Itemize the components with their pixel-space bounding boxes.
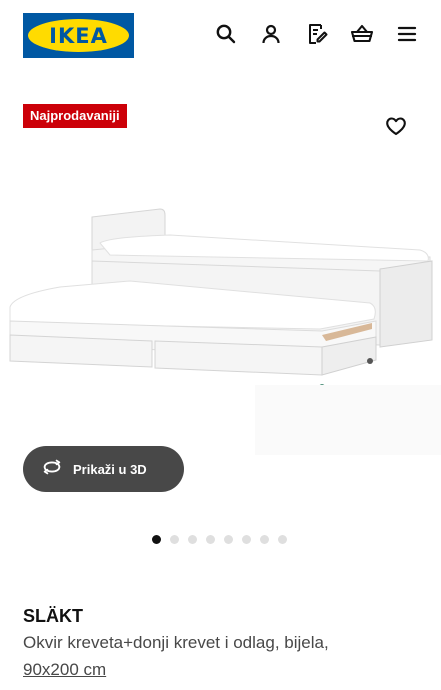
bestseller-badge: Najprodavaniji [23,104,127,128]
gallery-dot[interactable] [242,535,251,544]
product-name: SLÄKT [23,606,83,626]
search-icon[interactable] [213,21,239,47]
ikea-logo[interactable]: IKEA [23,13,134,58]
gallery-dot[interactable] [152,535,161,544]
basket-icon[interactable] [349,21,375,47]
product-description: Okvir kreveta+donji krevet i odlag, bije… [23,633,329,652]
logo-text: IKEA [49,23,108,48]
product-image[interactable] [0,195,441,460]
product-size-link[interactable]: 90x200 cm [23,660,106,680]
logo-oval: IKEA [28,19,129,52]
site-header: IKEA [0,0,441,70]
view-in-3d-button[interactable]: Prikaži u 3D [23,446,184,492]
account-icon[interactable] [258,21,284,47]
view-in-3d-label: Prikaži u 3D [73,461,147,477]
gallery-pagination [152,535,287,544]
gallery-dot[interactable] [278,535,287,544]
gallery-dot[interactable] [206,535,215,544]
caster-wheel [367,358,373,364]
gallery-dot[interactable] [170,535,179,544]
menu-icon[interactable] [394,21,420,47]
gallery-dot[interactable] [260,535,269,544]
shopping-list-icon[interactable] [304,21,330,47]
rotate-3d-icon [41,456,63,483]
gallery-dot[interactable] [224,535,233,544]
gallery-dot[interactable] [188,535,197,544]
favourite-heart-icon[interactable] [383,113,409,139]
bed-illustration [9,208,441,455]
